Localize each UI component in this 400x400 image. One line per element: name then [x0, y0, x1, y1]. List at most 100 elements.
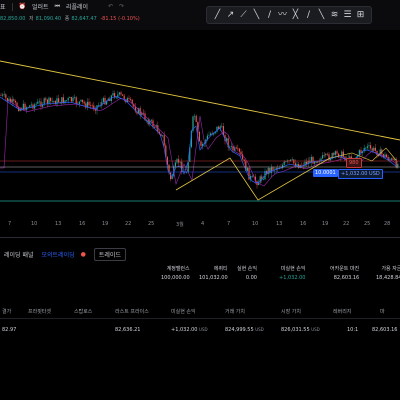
- ray-tool-icon[interactable]: ⟋: [237, 7, 250, 23]
- candle-body: [291, 159, 293, 161]
- line-tool-icon[interactable]: ╲: [250, 7, 263, 23]
- candle-body: [53, 101, 55, 102]
- account-stat: 실현 손익 0.00: [237, 265, 257, 281]
- candle-body: [283, 161, 285, 165]
- candle-body: [150, 120, 152, 122]
- time-axis-label: 16: [300, 221, 307, 227]
- ohlc-low-label: 저: [29, 16, 34, 22]
- candle-body: [115, 97, 117, 98]
- tab-paper-trading[interactable]: 모의트레이딩: [38, 249, 79, 260]
- account-stat: 계정밸런스 100,000.00: [161, 265, 190, 281]
- arrow-tool-icon[interactable]: ↗: [224, 7, 237, 23]
- undo-icon[interactable]: ↶: [108, 3, 113, 10]
- candle-body: [14, 100, 16, 103]
- table-cell: 824,999.55 USD: [225, 327, 264, 333]
- status-dot-icon: ●: [80, 251, 86, 258]
- ohlc-legend: 82,850.00 저 81,090.40 종 82,647.47 -81.15 (…: [0, 15, 142, 22]
- candle-body: [112, 93, 114, 96]
- candle-body: [54, 101, 56, 105]
- candle-body: [221, 126, 223, 127]
- menu-left-label[interactable]: 표: [0, 2, 6, 11]
- candle-body: [179, 161, 181, 163]
- account-stat: 미실현 손익 +1,032.00: [279, 265, 305, 281]
- time-axis-label: 7: [227, 221, 231, 227]
- candle-body: [318, 161, 320, 163]
- table-cell: 82,636.21: [115, 327, 141, 333]
- trendline-tool-icon[interactable]: ╱: [211, 7, 224, 23]
- time-axis-label: 13: [55, 221, 62, 227]
- tab-trading-panel[interactable]: 레이딩 패널: [0, 249, 38, 260]
- candle-body: [174, 162, 176, 167]
- alert-button[interactable]: 얼러트: [32, 2, 49, 11]
- candle-body: [48, 97, 50, 104]
- column-header[interactable]: 레버리지: [333, 308, 351, 315]
- candle-body: [200, 141, 202, 146]
- candle-body: [67, 97, 69, 101]
- candle-body: [386, 154, 388, 158]
- account-stat-label: 에퀴티: [213, 266, 228, 272]
- time-axis-label: 25: [364, 221, 371, 227]
- candle-body: [366, 146, 368, 148]
- column-header[interactable]: 미실현 손익: [171, 308, 196, 315]
- currency-unit: USD: [199, 327, 208, 332]
- yellow-trendline: [0, 60, 400, 141]
- candle-body: [142, 112, 144, 114]
- candle-body: [368, 145, 370, 147]
- table-cell: 826,031.55 USD: [281, 327, 320, 333]
- redo-icon[interactable]: ↷: [119, 3, 124, 10]
- panel-divider[interactable]: [0, 237, 400, 238]
- candle-body: [104, 97, 106, 105]
- column-header[interactable]: 라스트 프라이스: [115, 308, 149, 315]
- position-pnl-label: +1,032.00 USD: [341, 171, 380, 177]
- candle-body: [40, 101, 42, 107]
- candle-body: [75, 97, 77, 104]
- candle-body: [13, 99, 15, 101]
- grid-tool-icon[interactable]: ⊞: [354, 7, 367, 23]
- candle-body: [298, 164, 300, 168]
- candle-body: [83, 101, 85, 104]
- candle-body: [251, 176, 253, 177]
- price-chart[interactable]: [0, 30, 400, 222]
- position-pnl-tag[interactable]: +1,032.00 USD: [338, 169, 383, 179]
- account-stat-label: 실현 손익: [237, 266, 257, 272]
- column-header[interactable]: 거래 가치: [225, 308, 245, 315]
- candle-body: [2, 94, 4, 96]
- candle-body: [390, 158, 392, 160]
- red-price-tag: 980: [346, 158, 362, 168]
- fib-tool-icon[interactable]: ≋: [328, 7, 341, 23]
- candle-body: [128, 98, 130, 100]
- column-header[interactable]: 시장 가치: [281, 308, 301, 315]
- column-header[interactable]: 마: [380, 308, 385, 315]
- pen-tool-icon[interactable]: /: [263, 7, 276, 23]
- candle-body: [226, 138, 228, 141]
- column-header[interactable]: 스탑로스: [74, 308, 92, 315]
- candle-body: [82, 99, 84, 102]
- cross-tool-icon[interactable]: ╳: [289, 7, 302, 23]
- candle-body: [312, 157, 314, 164]
- candle-body: [46, 99, 48, 104]
- position-price-tag[interactable]: 10.0001: [313, 169, 338, 177]
- candle-body: [90, 105, 92, 106]
- diag-tool-icon[interactable]: ╲: [315, 7, 328, 23]
- candle-body: [70, 97, 72, 102]
- menu-tool-icon[interactable]: ☰: [341, 7, 354, 23]
- currency-unit: USD: [311, 327, 320, 332]
- candle-body: [301, 164, 303, 166]
- candle-body: [29, 105, 31, 108]
- candle-body: [339, 157, 341, 158]
- time-axis-label: 13: [276, 221, 283, 227]
- slash-tool-icon[interactable]: ∕: [302, 7, 315, 23]
- candle-body: [51, 101, 53, 102]
- column-header[interactable]: 결가: [2, 308, 11, 315]
- candle-body: [122, 94, 124, 96]
- red-price-tag-label: 980: [349, 160, 359, 166]
- wave-tool-icon[interactable]: 〰: [276, 7, 289, 23]
- column-header[interactable]: 프라핏타겟: [28, 308, 51, 315]
- replay-button[interactable]: 리플레이: [66, 2, 88, 11]
- time-axis[interactable]: 7 10 13 16 19 22 25 3월 4 7 10 13 16 19 22 25 28: [0, 218, 400, 230]
- candle-body: [50, 97, 52, 102]
- candle-body: [262, 179, 264, 180]
- trade-button[interactable]: 트레이드: [93, 248, 126, 261]
- separator: [11, 2, 13, 11]
- candle-body: [91, 105, 93, 107]
